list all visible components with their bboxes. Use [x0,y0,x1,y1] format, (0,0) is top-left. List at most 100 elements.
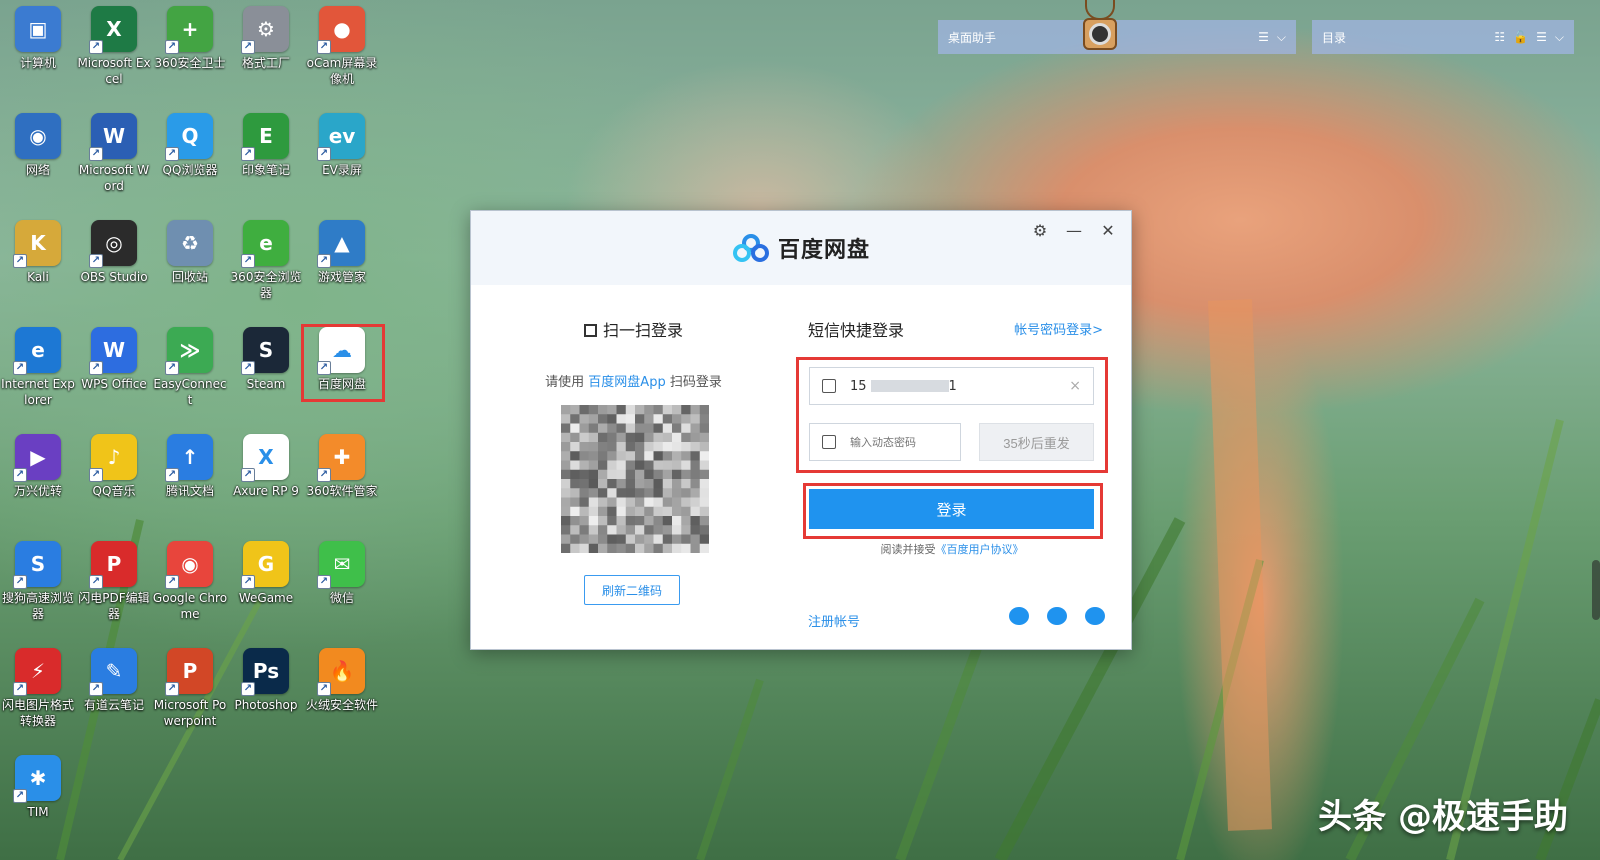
app-icon: ✚ ↗ [317,434,365,482]
weibo-icon[interactable] [1047,607,1067,625]
shortcut-arrow-icon: ↗ [13,682,27,696]
shortcut-arrow-icon: ↗ [317,575,331,589]
desktop-icon[interactable]: X ↗ Axure RP 9 [228,434,304,534]
desktop-icon[interactable]: e ↗ 360安全浏览器 [228,220,304,320]
app-icon: X ↗ [89,6,137,54]
shortcut-arrow-icon: ↗ [241,468,255,482]
shortcut-arrow-icon: ↗ [89,40,103,54]
desktop-icon[interactable]: + ↗ 360安全卫士 [152,6,228,106]
desktop-icon-label: oCam屏幕录像机 [306,56,378,86]
desktop-icon[interactable]: E ↗ 印象笔记 [228,113,304,213]
shortcut-arrow-icon: ↗ [317,147,331,161]
desktop-icon[interactable]: Q ↗ QQ浏览器 [152,113,228,213]
shortcut-arrow-icon: ↗ [317,468,331,482]
desktop-icon[interactable]: ≫ ↗ EasyConnect [152,327,228,427]
desktop-icon[interactable]: W ↗ Microsoft Word [76,113,152,213]
desktop-icon-label: 闪电PDF编辑器 [78,591,150,621]
desktop-icon[interactable]: ◎ ↗ OBS Studio [76,220,152,320]
qr-title-text: 扫一扫登录 [602,321,683,340]
baidu-icon-highlight [301,324,385,402]
app-icon: ▣ [15,6,61,52]
lock-icon[interactable]: 🔓 [1513,30,1528,45]
app-icon: Q ↗ [165,113,213,161]
shortcut-arrow-icon: ↗ [317,254,331,268]
menu-icon[interactable]: ☰ [1258,30,1269,45]
desktop-icon[interactable]: ⚙ ↗ 格式工厂 [228,6,304,106]
shortcut-arrow-icon: ↗ [89,468,103,482]
shortcut-arrow-icon: ↗ [241,147,255,161]
desktop-icon-label: Kali [27,270,49,284]
desktop-icon[interactable]: ◉ 网络 [0,113,76,213]
desktop-icon[interactable]: S ↗ Steam [228,327,304,427]
camera-icon[interactable] [1083,18,1117,50]
minimize-icon[interactable]: — [1065,221,1083,240]
app-icon: G ↗ [241,541,289,589]
desktop-icon[interactable]: P ↗ Microsoft Powerpoint [152,648,228,748]
desktop-icon[interactable]: S ↗ 搜狗高速浏览器 [0,541,76,641]
desktop-icon[interactable]: ✚ ↗ 360软件管家 [304,434,380,534]
desktop-icon[interactable]: ⚡ ↗ 闪电图片格式转换器 [0,648,76,748]
wechat-icon[interactable] [1009,607,1029,625]
desktop-icon-label: 360安全卫士 [154,56,226,70]
desktop-icon[interactable]: ◉ ↗ Google Chrome [152,541,228,641]
desktop-icon[interactable]: ♻ 回收站 [152,220,228,320]
shortcut-arrow-icon: ↗ [13,789,27,803]
desktop-icon[interactable]: ✎ ↗ 有道云笔记 [76,648,152,748]
desktop-icon[interactable]: e ↗ Internet Explorer [0,327,76,427]
chevron-down-icon[interactable]: ⌵ [1277,30,1286,45]
app-name: 百度网盘 [777,238,870,263]
desktop-icon-label: 搜狗高速浏览器 [1,591,74,621]
app-icon: ev ↗ [317,113,365,161]
desktop-icon[interactable]: G ↗ WeGame [228,541,304,641]
app-icon: ◉ ↗ [165,541,213,589]
shortcut-arrow-icon: ↗ [165,361,179,375]
sms-title: 短信快捷登录 [808,321,905,340]
desktop-icon[interactable]: ev ↗ EV录屏 [304,113,380,213]
desktop-helper-widget[interactable]: 桌面助手 ☰ ⌵ [938,20,1296,54]
app-icon: P ↗ [165,648,213,696]
scrollbar[interactable] [1592,560,1600,620]
shortcut-arrow-icon: ↗ [165,147,179,161]
shortcut-arrow-icon: ↗ [241,682,255,696]
catalog-widget[interactable]: 目录 ☷ 🔓 ☰ ⌵ [1312,20,1574,54]
input-area-highlight [796,357,1108,473]
list-icon[interactable]: ☷ [1494,30,1505,45]
desktop-icon[interactable]: ▣ 计算机 [0,6,76,106]
register-link[interactable]: 注册帐号 [808,611,860,630]
desktop-icon[interactable]: ✉ ↗ 微信 [304,541,380,641]
desktop-icon[interactable]: ♪ ↗ QQ音乐 [76,434,152,534]
desktop-icon[interactable]: ▲ ↗ 游戏管家 [304,220,380,320]
qr-hint-app-link[interactable]: 百度网盘App [588,375,665,390]
close-icon[interactable]: ✕ [1099,221,1117,240]
chevron-down-icon[interactable]: ⌵ [1555,30,1564,45]
menu-icon[interactable]: ☰ [1536,30,1547,45]
agreement-link[interactable]: 《百度用户协议》 [936,543,1024,556]
qq-icon[interactable] [1085,607,1105,625]
desktop-icon-label: EasyConnect [153,377,227,407]
desktop-icon[interactable]: W ↗ WPS Office [76,327,152,427]
desktop-icon-label: 格式工厂 [241,56,290,70]
desktop-icon[interactable]: P ↗ 闪电PDF编辑器 [76,541,152,641]
desktop-icon-label: Google Chrome [152,591,228,621]
desktop-icon[interactable]: K ↗ Kali [0,220,76,320]
desktop-icon-label: TIM [27,805,49,819]
settings-icon[interactable]: ⚙ [1031,221,1049,240]
app-icon: e ↗ [13,327,61,375]
catalog-title: 目录 [1322,30,1347,45]
shortcut-arrow-icon: ↗ [165,575,179,589]
qr-title: 扫一扫登录 [471,317,796,341]
shortcut-arrow-icon: ↗ [89,361,103,375]
password-login-link[interactable]: 帐号密码登录> [1014,319,1103,338]
desktop-icon[interactable]: X ↗ Microsoft Excel [76,6,152,106]
desktop-icon[interactable]: ▶ ↗ 万兴优转 [0,434,76,534]
app-icon: ♪ ↗ [89,434,137,482]
desktop-icon[interactable]: ● ↗ oCam屏幕录像机 [304,6,380,106]
desktop-icon[interactable]: ✱ ↗ TIM [0,755,76,855]
refresh-qr-button[interactable]: 刷新二维码 [584,575,680,605]
desktop-icon[interactable]: Ps ↗ Photoshop [228,648,304,748]
desktop-icon[interactable]: 🔥 ↗ 火绒安全软件 [304,648,380,748]
shortcut-arrow-icon: ↗ [13,254,27,268]
desktop-icon[interactable]: ↑ ↗ 腾讯文档 [152,434,228,534]
qr-hint-prefix: 请使用 [545,375,585,390]
app-icon: W ↗ [89,113,137,161]
